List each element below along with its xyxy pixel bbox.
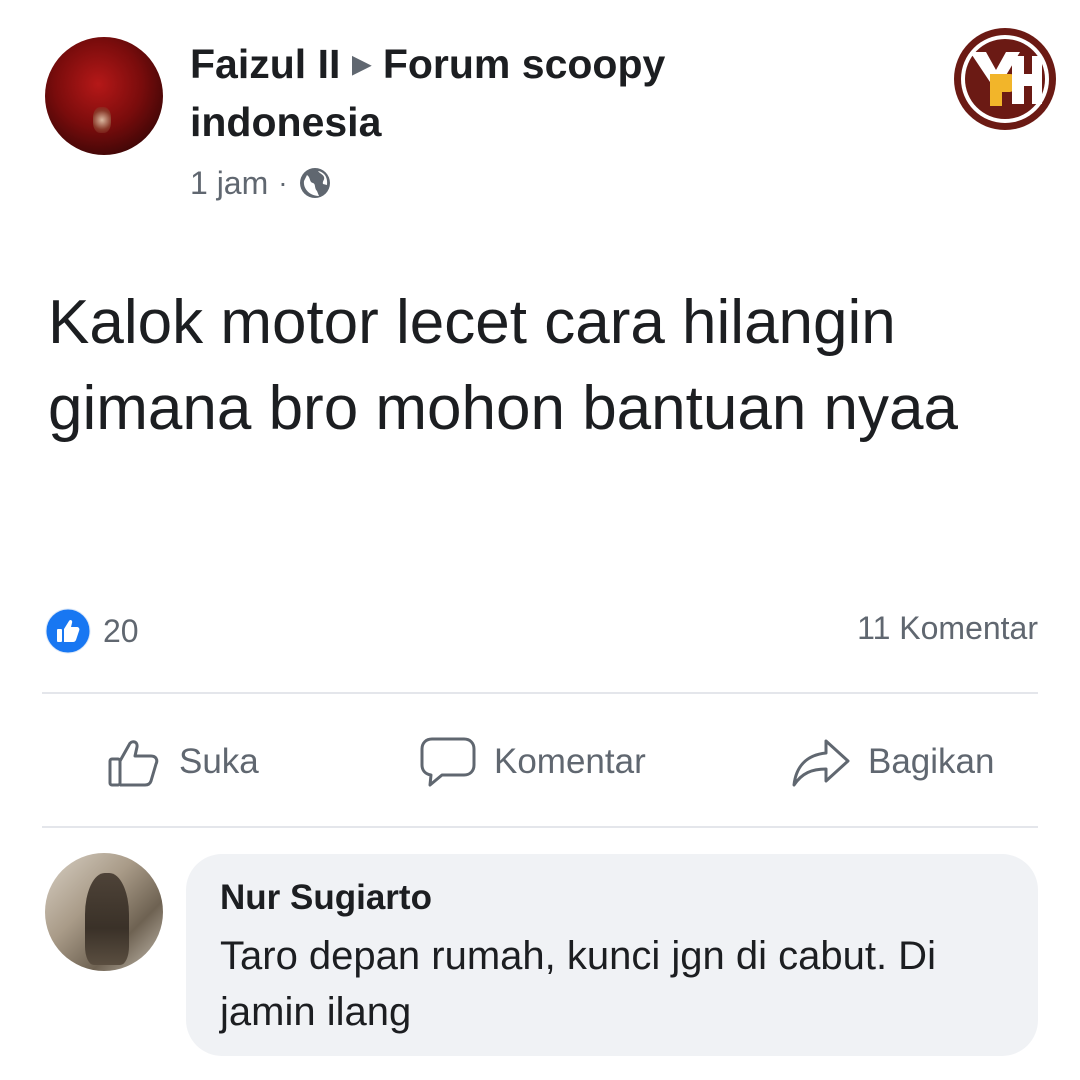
like-reaction-icon [45,608,91,654]
post-header: Faizul II ▶ Forum scoopy [190,40,665,89]
thumbs-up-icon [108,740,159,787]
author-avatar[interactable] [45,37,163,155]
group-name[interactable]: Forum scoopy [383,41,665,87]
share-label: Bagikan [868,742,995,781]
reactions-count[interactable]: 20 [45,608,139,654]
likes-count: 20 [103,612,139,649]
avatar-detail [93,107,111,133]
brand-logo-watermark [954,28,1056,130]
like-label: Suka [179,742,259,781]
comments-count[interactable]: 11 Komentar [857,610,1038,647]
like-button[interactable]: Suka [105,733,259,791]
meta-separator: · [278,167,288,198]
comment-label: Komentar [494,742,646,781]
divider [42,692,1038,694]
post-body-text: Kalok motor lecet cara hilangin gimana b… [48,288,958,443]
comment-button[interactable]: Komentar [418,733,646,791]
arrow-right-icon: ▶ [352,51,371,78]
post-meta: 1 jam · [190,163,332,203]
divider [42,826,1038,828]
commenter-name[interactable]: Nur Sugiarto [220,876,432,920]
speech-bubble-icon [420,737,476,787]
share-button[interactable]: Bagikan [790,733,994,791]
commenter-avatar[interactable] [45,853,163,971]
share-arrow-icon [792,739,850,787]
group-name-continued[interactable]: indonesia [190,98,381,146]
author-name[interactable]: Faizul II [190,41,340,87]
comment-text: Taro depan rumah, kunci jgn di cabut. Di… [220,934,936,1034]
avatar-detail [85,873,129,965]
globe-icon [299,168,330,198]
post-time[interactable]: 1 jam [190,163,268,203]
